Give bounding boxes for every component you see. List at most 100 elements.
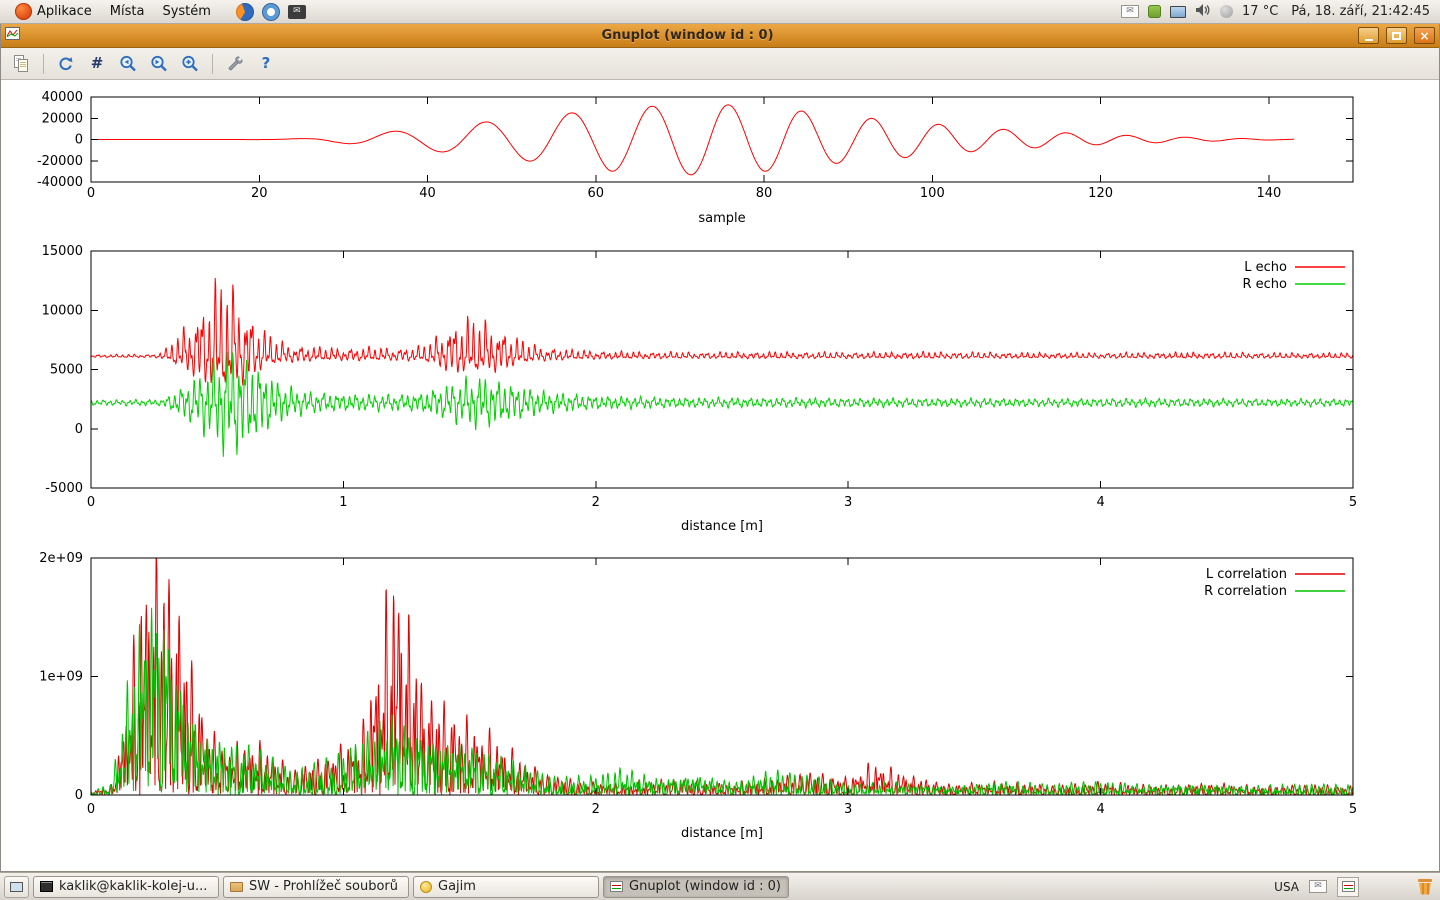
task-button-gnuplot[interactable]: Gnuplot (window id : 0) — [603, 876, 789, 898]
task-label: Gnuplot (window id : 0) — [629, 879, 781, 894]
window-title: Gnuplot (window id : 0) — [24, 28, 1351, 43]
chart-signal[interactable]: 020406080100120140-40000-200000200004000… — [1, 85, 1439, 235]
xlabel-correlation: distance [m] — [681, 826, 763, 841]
series-r-correlation — [91, 608, 1353, 795]
x-tick-label: 80 — [756, 186, 773, 201]
temperature-label[interactable]: 17 °C — [1242, 4, 1278, 19]
y-tick-label: 0 — [75, 133, 83, 148]
gajim-icon — [420, 881, 432, 893]
grid-button[interactable]: # — [85, 52, 109, 76]
zoom-icon — [180, 54, 200, 74]
toolbar: # ? — [1, 48, 1439, 80]
legend-label: L correlation — [1206, 567, 1287, 582]
help-launcher-icon[interactable] — [263, 4, 279, 20]
y-tick-label: 0 — [75, 788, 83, 803]
grid-icon: # — [91, 56, 104, 71]
x-tick-label: 0 — [87, 186, 95, 201]
y-tick-label: 1e+09 — [39, 670, 83, 685]
maximize-button[interactable] — [1386, 27, 1407, 44]
series-l-echo — [91, 278, 1353, 386]
xlabel-echo: distance [m] — [681, 519, 763, 534]
close-button[interactable]: × — [1414, 27, 1435, 44]
previous-zoom-icon — [118, 54, 138, 74]
task-label: kaklik@kaklik-kolej-u... — [59, 879, 207, 894]
gnuplot-applet-icon[interactable] — [1337, 877, 1359, 897]
x-tick-label: 4 — [1096, 495, 1104, 510]
clock-label[interactable]: Pá, 18. září, 21:42:45 — [1291, 4, 1430, 19]
x-tick-label: 0 — [87, 802, 95, 817]
volume-tray-icon[interactable] — [1195, 3, 1211, 21]
task-button-terminal[interactable]: kaklik@kaklik-kolej-u... — [33, 876, 219, 898]
folder-icon — [230, 882, 243, 892]
menu-applications[interactable]: Aplikace — [6, 0, 101, 24]
task-label: SW - Prohlížeč souborů — [249, 879, 398, 894]
tick-marks — [91, 558, 1353, 795]
gnuplot-task-icon — [610, 881, 623, 892]
menu-system-label: Systém — [162, 4, 210, 19]
plot-area[interactable]: 020406080100120140-40000-200000200004000… — [1, 80, 1439, 871]
panel-launchers: ✉ — [236, 3, 306, 21]
x-tick-label: 3 — [844, 495, 852, 510]
trash-icon[interactable] — [1417, 879, 1433, 895]
menu-system[interactable]: Systém — [153, 0, 219, 24]
legend-label: L echo — [1244, 260, 1287, 275]
chart-correlation[interactable]: 01234501e+092e+09distance [m]L correlati… — [1, 548, 1439, 853]
keyring-tray-icon[interactable] — [1148, 5, 1161, 18]
toolbar-separator — [43, 54, 44, 74]
minimize-button[interactable] — [1358, 27, 1379, 44]
next-zoom-button[interactable] — [147, 52, 171, 76]
task-label: Gajim — [438, 879, 476, 894]
settings-button[interactable] — [223, 52, 247, 76]
help-icon: ? — [262, 56, 271, 71]
show-desktop-button[interactable] — [4, 876, 29, 898]
y-tick-label: -5000 — [45, 481, 83, 496]
weather-tray-icon[interactable] — [1220, 5, 1233, 18]
trash-bin — [1419, 883, 1431, 895]
top-panel: Aplikace Místa Systém ✉ ✉ 17 °C Pá, 18. … — [0, 0, 1440, 24]
keyboard-layout-indicator[interactable]: USA — [1274, 880, 1299, 894]
menu-places[interactable]: Místa — [101, 0, 154, 24]
chart-echo[interactable]: 012345-5000050001000015000distance [m]L … — [1, 240, 1439, 540]
help-button[interactable]: ? — [254, 52, 278, 76]
x-tick-label: 0 — [87, 495, 95, 510]
x-tick-label: 60 — [588, 186, 605, 201]
zoom-button[interactable] — [178, 52, 202, 76]
menu-places-label: Místa — [110, 4, 145, 19]
y-tick-label: 40000 — [42, 90, 83, 105]
taskbar: kaklik@kaklik-kolej-u... SW - Prohlížeč … — [0, 872, 1440, 900]
next-zoom-icon — [149, 54, 169, 74]
titlebar[interactable]: Gnuplot (window id : 0) × — [1, 24, 1439, 48]
x-tick-label: 100 — [920, 186, 945, 201]
mini-plot-icon — [1342, 881, 1355, 892]
x-tick-label: 4 — [1096, 802, 1104, 817]
copy-button[interactable] — [9, 52, 33, 76]
previous-zoom-button[interactable] — [116, 52, 140, 76]
display-tray-icon[interactable] — [1170, 6, 1186, 18]
plot-border — [91, 251, 1353, 488]
mail-launcher-icon[interactable]: ✉ — [288, 5, 306, 19]
series-r-echo — [91, 352, 1353, 457]
x-tick-label: 2 — [592, 495, 600, 510]
mail-tray-icon[interactable]: ✉ — [1121, 5, 1139, 18]
taskbar-tray: USA ✉ — [1274, 877, 1436, 897]
plot-border — [91, 558, 1353, 795]
x-tick-label: 5 — [1349, 495, 1357, 510]
y-tick-label: -20000 — [37, 154, 83, 169]
y-tick-label: 10000 — [42, 303, 83, 318]
x-tick-label: 1 — [339, 495, 347, 510]
y-tick-label: 15000 — [42, 244, 83, 259]
gnuplot-window-icon — [5, 27, 20, 44]
show-desktop-icon — [10, 882, 23, 892]
y-tick-label: -40000 — [37, 175, 83, 190]
x-tick-label: 40 — [419, 186, 436, 201]
replot-button[interactable] — [54, 52, 78, 76]
task-button-gajim[interactable]: Gajim — [413, 876, 599, 898]
mail-tray-icon[interactable]: ✉ — [1309, 880, 1327, 893]
panel-tray: ✉ 17 °C Pá, 18. září, 21:42:45 — [1121, 3, 1434, 21]
tick-marks — [91, 251, 1353, 488]
x-tick-label: 140 — [1256, 186, 1281, 201]
series-l-correlation — [91, 558, 1353, 795]
task-button-file-manager[interactable]: SW - Prohlížeč souborů — [223, 876, 409, 898]
firefox-launcher-icon[interactable] — [236, 3, 254, 21]
trash-lid — [1418, 879, 1432, 882]
